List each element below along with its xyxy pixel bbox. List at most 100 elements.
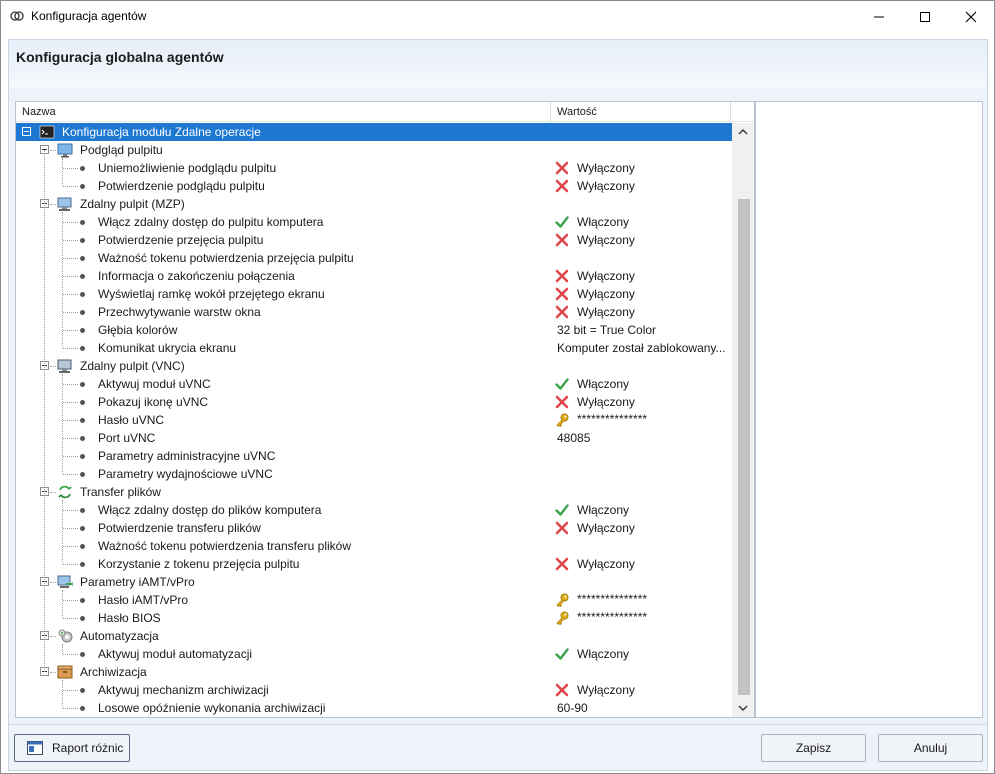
tree-item-row[interactable]: Potwierdzenie przejęcia pulpitu Wyłączony <box>16 231 732 249</box>
minimize-button[interactable] <box>856 1 902 32</box>
column-separator[interactable] <box>730 102 731 122</box>
status-value: Wyłączony <box>577 287 635 301</box>
tree-item-row[interactable]: Port uVNC 48085 <box>16 429 732 447</box>
tree-item-row[interactable]: Hasło uVNC *************** <box>16 411 732 429</box>
collapse-toggle-icon[interactable] <box>22 127 31 136</box>
tree-item-row[interactable]: Aktywuj mechanizm archiwizacji Wyłączony <box>16 681 732 699</box>
tree-node-label: Włącz zdalny dostęp do pulpitu komputera <box>98 215 324 229</box>
bullet-icon <box>80 346 85 351</box>
cross-icon <box>555 179 569 193</box>
tree-item-row[interactable]: Przechwytywanie warstw okna Wyłączony <box>16 303 732 321</box>
scroll-up-button[interactable] <box>732 123 754 141</box>
tree-node-label: Aktywuj moduł uVNC <box>98 377 211 391</box>
vertical-scrollbar[interactable] <box>732 123 754 717</box>
tree-group-row[interactable]: Podgląd pulpitu <box>16 141 732 159</box>
tree-connector-line <box>62 680 63 708</box>
tree-item-row[interactable]: Hasło BIOS *************** <box>16 609 732 627</box>
bullet-icon <box>80 238 85 243</box>
status-value: Wyłączony <box>577 161 635 175</box>
tree-group-row[interactable]: Zdalny pulpit (VNC) <box>16 357 732 375</box>
status-value: Wyłączony <box>577 683 635 697</box>
chevron-up-icon <box>738 129 748 135</box>
computer-icon <box>57 197 72 211</box>
tree-connector-line <box>63 222 78 223</box>
bullet-icon <box>80 436 85 441</box>
tree-item-row[interactable]: Wyświetlaj ramkę wokół przejętego ekranu… <box>16 285 732 303</box>
tree-item-row[interactable]: Ważność tokenu potwierdzenia transferu p… <box>16 537 732 555</box>
scroll-down-button[interactable] <box>732 699 754 717</box>
minimize-icon <box>874 16 884 17</box>
cross-icon <box>555 395 569 409</box>
tree-item-row[interactable]: Losowe opóźnienie wykonania archiwizacji… <box>16 699 732 717</box>
archive-box-icon <box>57 665 73 679</box>
close-icon <box>965 11 977 22</box>
tree-node-label: Potwierdzenie podglądu pulpitu <box>98 179 265 193</box>
tree-item-row[interactable]: Włącz zdalny dostęp do plików komputera W… <box>16 501 732 519</box>
password-value: *************** <box>577 412 648 426</box>
settings-tree[interactable]: Nazwa Wartość Konfiguracja modułu Zdalne… <box>15 101 755 718</box>
close-button[interactable] <box>948 1 994 32</box>
report-differences-button[interactable]: Raport różnic <box>14 734 130 762</box>
status-value: Wyłączony <box>577 521 635 535</box>
tree-item-row[interactable]: Włącz zdalny dostęp do pulpitu komputera… <box>16 213 732 231</box>
tree-node-label: Wyświetlaj ramkę wokół przejętego ekranu <box>98 287 325 301</box>
bullet-icon <box>80 706 85 711</box>
tree-node-label: Włącz zdalny dostęp do plików komputera <box>98 503 322 517</box>
tree-connector-line <box>63 600 78 601</box>
title-bar[interactable]: Konfiguracja agentów <box>1 1 994 32</box>
tree-item-row[interactable]: Hasło iAMT/vPro *************** <box>16 591 732 609</box>
tree-item-row[interactable]: Pokazuj ikonę uVNC Wyłączony <box>16 393 732 411</box>
tree-item-row[interactable]: Korzystanie z tokenu przejęcia pulpitu Wy… <box>16 555 732 573</box>
bullet-icon <box>80 598 85 603</box>
page-title: Konfiguracja globalna agentów <box>16 49 224 65</box>
status-value: Wyłączony <box>577 269 635 283</box>
tree-connector-line <box>62 590 63 618</box>
status-value: Wyłączony <box>577 179 635 193</box>
cross-icon <box>555 269 569 283</box>
tree-item-row[interactable]: Głębia kolorów 32 bit = True Color <box>16 321 732 339</box>
tree-item-row[interactable]: Informacja o zakończeniu połączenia Wyłąc… <box>16 267 732 285</box>
tree-item-row[interactable]: Komunikat ukrycia ekranu Komputer został … <box>16 339 732 357</box>
cross-icon <box>555 521 569 535</box>
tree-node-label: Transfer plików <box>80 485 161 499</box>
tree-connector-line <box>50 366 56 367</box>
column-name-header[interactable]: Nazwa <box>22 106 56 118</box>
cross-icon <box>555 161 569 175</box>
save-button[interactable]: Zapisz <box>761 734 866 762</box>
tree-item-row[interactable]: Aktywuj moduł uVNC Włączony <box>16 375 732 393</box>
tree-group-row[interactable]: Automatyzacja <box>16 627 732 645</box>
tree-group-row[interactable]: Zdalny pulpit (MZP) <box>16 195 732 213</box>
tree-connector-line <box>63 384 78 385</box>
key-icon <box>556 413 569 427</box>
tree-node-label: Port uVNC <box>98 431 156 445</box>
tree-root-row[interactable]: Konfiguracja modułu Zdalne operacje <box>16 123 732 141</box>
check-icon <box>555 216 569 228</box>
tree-connector-line <box>63 708 78 709</box>
tree-group-row[interactable]: Transfer plików <box>16 483 732 501</box>
tree-node-label: Korzystanie z tokenu przejęcia pulpitu <box>98 557 300 571</box>
bullet-icon <box>80 310 85 315</box>
tree-item-row[interactable]: Uniemożliwienie podglądu pulpitu Wyłączon… <box>16 159 732 177</box>
tree-group-row[interactable]: Archiwizacja <box>16 663 732 681</box>
tree-group-row[interactable]: Parametry iAMT/vPro <box>16 573 732 591</box>
bullet-icon <box>80 472 85 477</box>
column-separator[interactable] <box>550 102 551 122</box>
scroll-thumb[interactable] <box>738 199 750 695</box>
column-value-header[interactable]: Wartość <box>557 106 597 118</box>
cancel-button[interactable]: Anuluj <box>878 734 983 762</box>
tree-item-row[interactable]: Parametry administracyjne uVNC <box>16 447 732 465</box>
cross-icon <box>555 683 569 697</box>
main-window: Konfiguracja agentów Konfiguracja global… <box>0 0 995 774</box>
tree-connector-line <box>50 672 56 673</box>
tree-node-label: Komunikat ukrycia ekranu <box>98 341 237 355</box>
tree-item-row[interactable]: Ważność tokenu potwierdzenia przejęcia p… <box>16 249 732 267</box>
maximize-button[interactable] <box>902 1 948 32</box>
tree-node-label: Losowe opóźnienie wykonania archiwizacji <box>98 701 326 715</box>
tree-item-row[interactable]: Potwierdzenie podglądu pulpitu Wyłączony <box>16 177 732 195</box>
bullet-icon <box>80 418 85 423</box>
tree-item-row[interactable]: Parametry wydajnościowe uVNC <box>16 465 732 483</box>
tree-item-row[interactable]: Aktywuj moduł automatyzacji Włączony <box>16 645 732 663</box>
tree-item-row[interactable]: Potwierdzenie transferu plików Wyłączony <box>16 519 732 537</box>
tree-node-label: Archiwizacja <box>80 665 147 679</box>
tree-connector-line <box>44 150 45 672</box>
